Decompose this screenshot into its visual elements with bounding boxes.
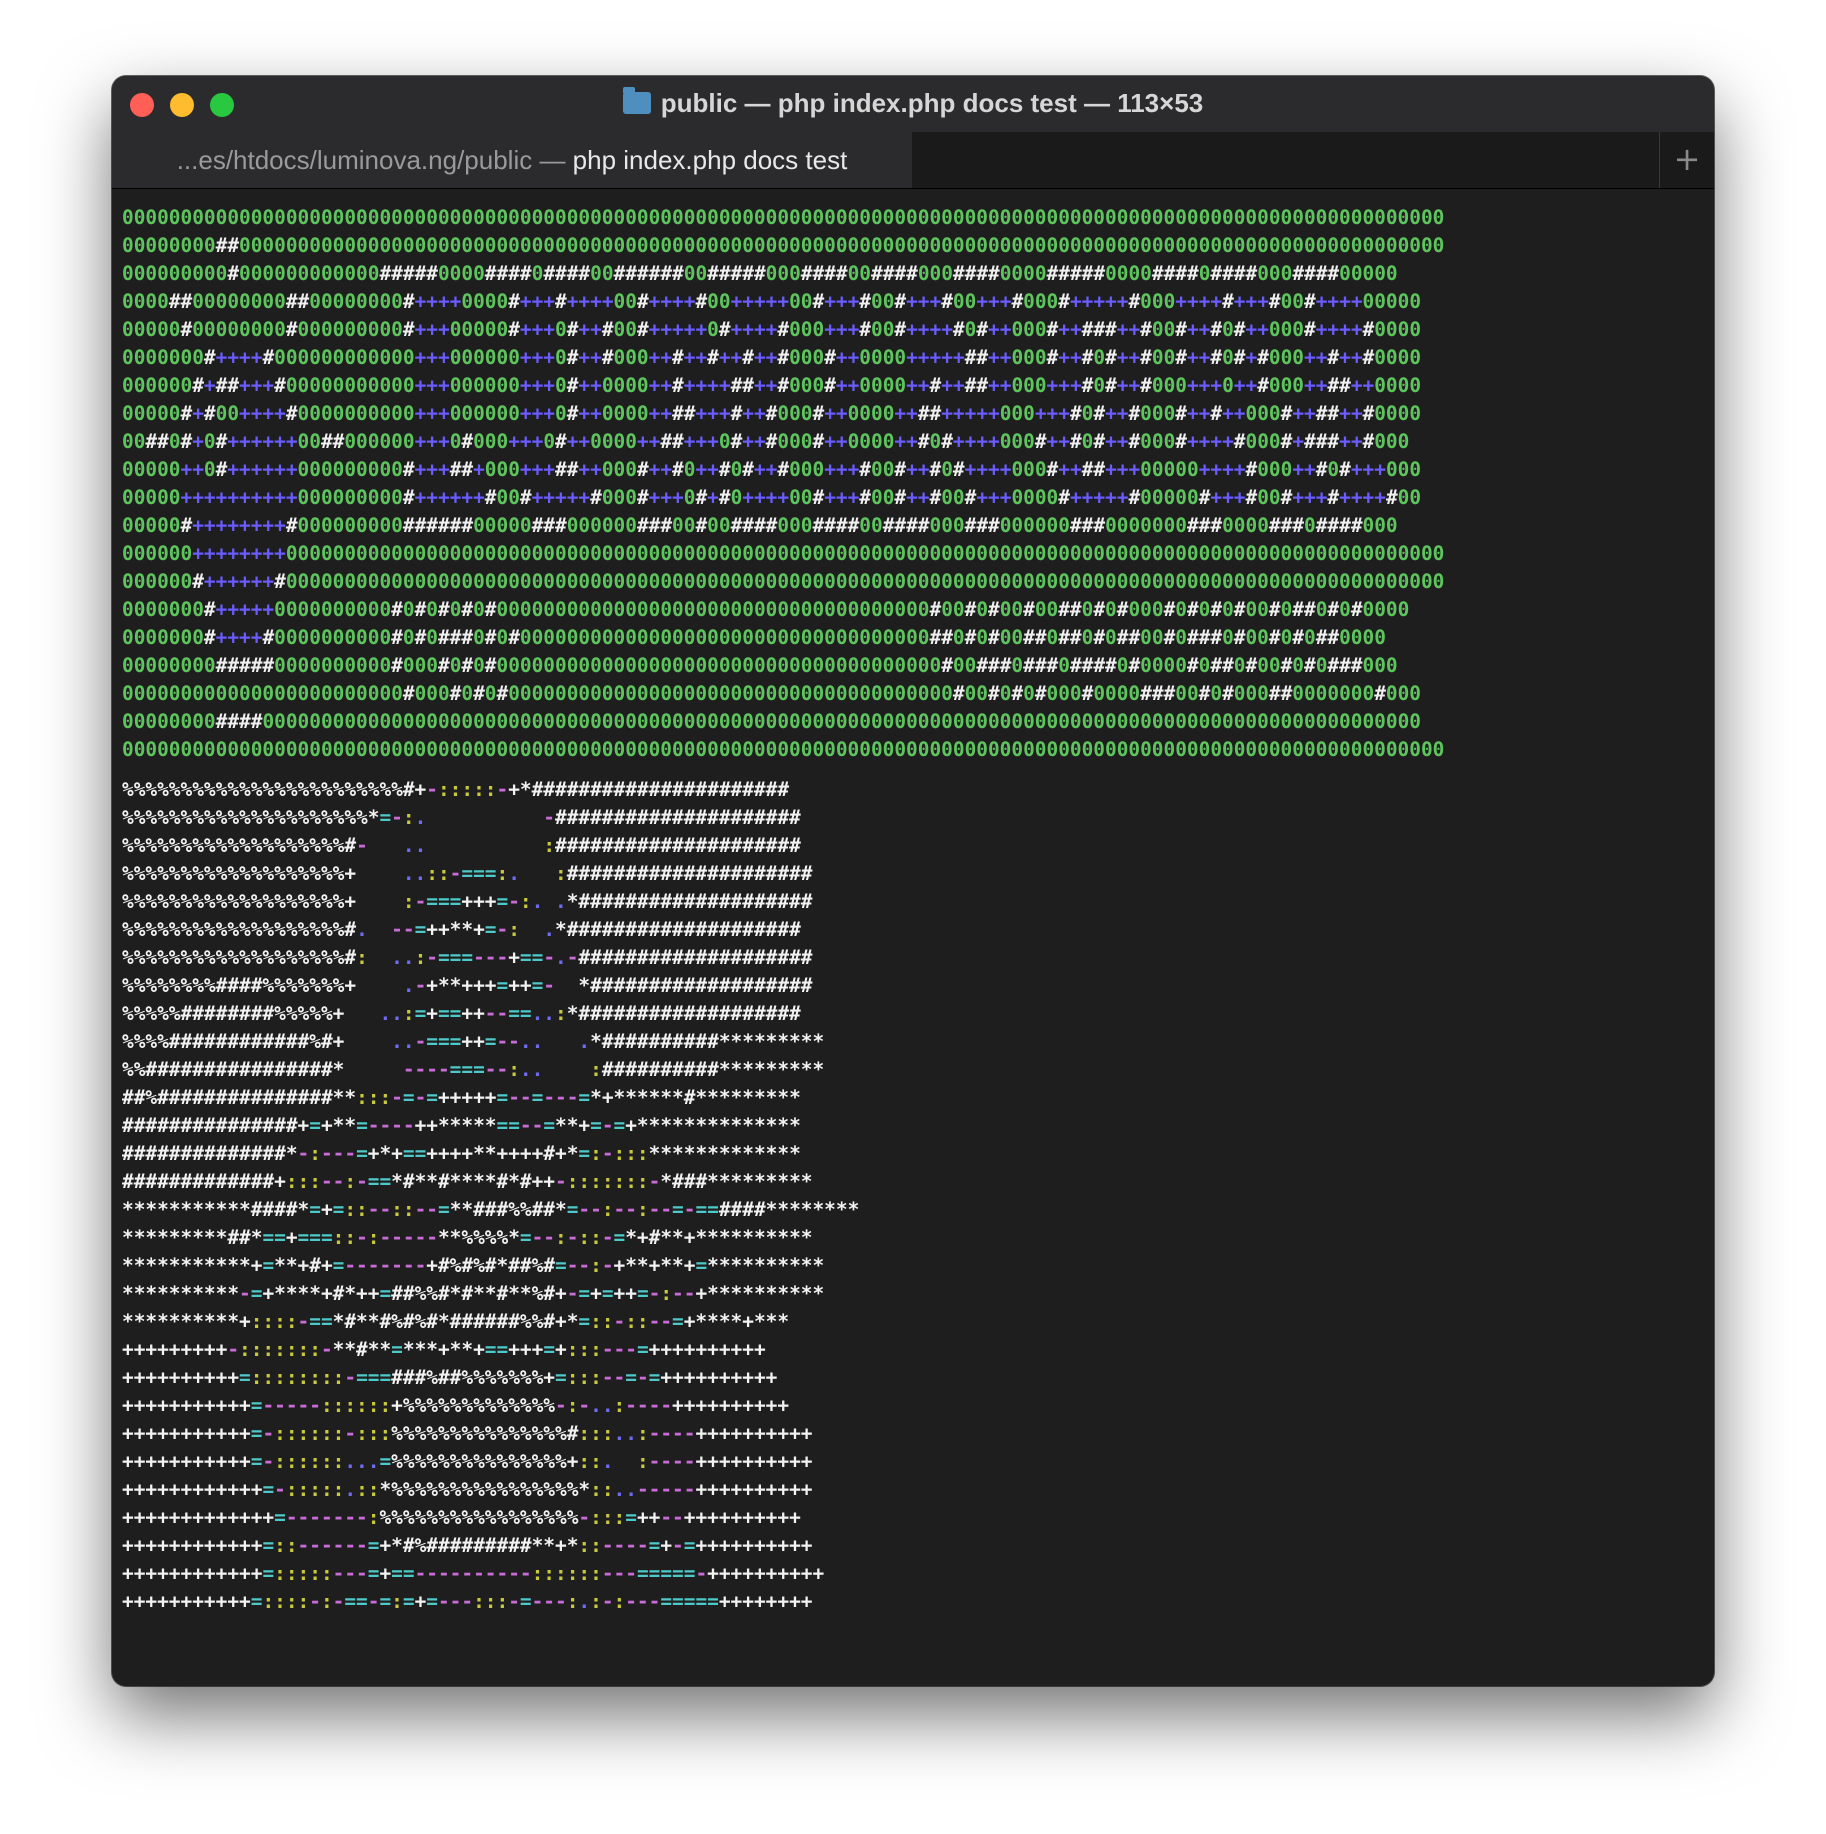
art-line: %%%%%%%%%%%%%%%%%%%#: ..:-===---+==-.-##… <box>122 946 813 969</box>
art-line: ++++++++++++=-:::::.::*%%%%%%%%%%%%%%%%*… <box>122 1478 813 1501</box>
logo-line: 00000++++++++++000000000#++++++#00#+++++… <box>122 486 1422 509</box>
art-line: ###############+=+**=----++*****==--=**+… <box>122 1114 801 1137</box>
art-line: %%%%%%%%%%%%%%%%%%%%%%%%#+-:::::-+*#####… <box>122 778 790 801</box>
art-line: %%################* ----===--:.. :######… <box>122 1058 825 1081</box>
logo-line: 00000000####0000000000000000000000000000… <box>122 710 1421 733</box>
art-line: ##############*-:---=+*+==++++**++++#+*=… <box>122 1142 801 1165</box>
ascii-art: %%%%%%%%%%%%%%%%%%%%%%%%#+-:::::-+*#####… <box>122 776 1704 1616</box>
tab-path: ...es/htdocs/luminova.ng/public — <box>176 145 573 175</box>
title-bar[interactable]: public — php index.php docs test — 113×5… <box>112 76 1714 132</box>
logo-line: 0000000000000000000000000000000000000000… <box>122 206 1445 229</box>
logo-line: 00000++0#++++++000000000#+++##+000+++##+… <box>122 458 1422 481</box>
tab-command: php index.php docs test <box>572 145 848 175</box>
art-line: +++++++++++=-----::::::+%%%%%%%%%%%%%-:-… <box>122 1394 790 1417</box>
logo-line: 00000#+#00++++#0000000000+++000000+++0#+… <box>122 402 1422 425</box>
logo-line: 00000#++++++++#000000000######00000###00… <box>122 514 1398 537</box>
logo-line: 0000000#++++#000000000000+++000000+++0#+… <box>122 346 1422 369</box>
art-line: +++++++++++=::::-:-==-=:=+=---:::-=---:.… <box>122 1590 813 1613</box>
art-line: ++++++++++=::::::::-===###%##%%%%%%%+=::… <box>122 1366 778 1389</box>
art-line: ++++++++++++=:::::---=+==----------:::::… <box>122 1562 825 1585</box>
art-line: ***********+=**+#+=-------+#%#%#*##%#=--… <box>122 1254 825 1277</box>
logo-line: 00000000##000000000000000000000000000000… <box>122 234 1445 257</box>
art-line: **********+::::-==*#**#%#%#*######%%#+*=… <box>122 1310 790 1333</box>
terminal-window: public — php index.php docs test — 113×5… <box>112 76 1714 1686</box>
art-line: +++++++++++=-::::::-:::%%%%%%%%%%%%%%%#:… <box>122 1422 813 1445</box>
art-line: ##%###############**:::-=-=+++++=--=---=… <box>122 1086 801 1109</box>
art-line: **********-=+****+#*++=##%%#*#**#**%#+-=… <box>122 1282 825 1305</box>
art-line: %%%%%%%%%%%%%%%%%%%+ ..::-===:. :#######… <box>122 862 813 885</box>
art-line: #############+:::--:-==*#**#****#*#++-::… <box>122 1170 813 1193</box>
logo-line: 000000#+##+++#00000000000+++000000+++0#+… <box>122 374 1422 397</box>
art-line: %%%%%%%%%%%%%%%%%%%+ :-===+++=-:. .*####… <box>122 890 813 913</box>
art-line: %%%%%%%%%%%%%%%%%%%%%*=-:. -############… <box>122 806 801 829</box>
logo-line: 000000000#000000000000#####0000####0####… <box>122 262 1398 285</box>
window-title: public — php index.php docs test — 113×5… <box>112 87 1714 119</box>
art-line: +++++++++++=-::::::...=%%%%%%%%%%%%%%%+:… <box>122 1450 813 1473</box>
art-line: ***********####*=+=::--::--=**###%%##*=-… <box>122 1198 860 1221</box>
logo-line: 00000000#####0000000000#000#0#0#00000000… <box>122 654 1398 677</box>
art-line: %%%%%########%%%%%+ ..:=+==++--==..:*###… <box>122 1002 801 1025</box>
logo-line: 00000#00000000#000000000#+++00000#+++0#+… <box>122 318 1422 341</box>
logo-line: 000000000000000000000000#000#0#0#0000000… <box>122 682 1422 705</box>
logo-line: 000000#++++++#00000000000000000000000000… <box>122 570 1445 593</box>
art-line: %%%%############%#+ ..-===++=--.. .*####… <box>122 1030 825 1053</box>
tab-bar: ...es/htdocs/luminova.ng/public — php in… <box>112 132 1714 189</box>
art-line: %%%%%%%%####%%%%%%%+ .-+**+++=++=- *####… <box>122 974 813 997</box>
window-title-text: public — php index.php docs test — 113×5… <box>660 88 1204 118</box>
ascii-logo: 0000000000000000000000000000000000000000… <box>122 204 1704 764</box>
art-line: +++++++++++++=-------:%%%%%%%%%%%%%%%%%-… <box>122 1506 801 1529</box>
logo-line: 00##0#+0#++++++00##000000+++0#000+++0#++… <box>122 430 1410 453</box>
folder-icon <box>622 87 651 114</box>
art-line: +++++++++-:::::::-**#**=***+**+==+++=+::… <box>122 1338 766 1361</box>
logo-line: 0000000#++++#0000000000#0#0###0#0#000000… <box>122 626 1386 649</box>
new-tab-button[interactable]: + <box>1659 132 1714 188</box>
logo-line: 000000++++++++00000000000000000000000000… <box>122 542 1445 565</box>
art-line: *********##*==+===::-:-----**%%%%*=--:-:… <box>122 1226 813 1249</box>
art-line: %%%%%%%%%%%%%%%%%%%#- .. :##############… <box>122 834 801 857</box>
logo-line: 0000000#+++++0000000000#0#0#0#0#00000000… <box>122 598 1410 621</box>
logo-line: 0000000000000000000000000000000000000000… <box>122 738 1445 761</box>
terminal-output[interactable]: 0000000000000000000000000000000000000000… <box>122 204 1704 1676</box>
art-line: ++++++++++++=::------=+*#%#########**+*:… <box>122 1534 813 1557</box>
tab-current[interactable]: ...es/htdocs/luminova.ng/public — php in… <box>112 132 912 188</box>
logo-line: 0000##00000000##00000000#++++0000#+++#++… <box>122 290 1422 313</box>
art-line: %%%%%%%%%%%%%%%%%%%#. --=++**+=-: .*####… <box>122 918 801 941</box>
